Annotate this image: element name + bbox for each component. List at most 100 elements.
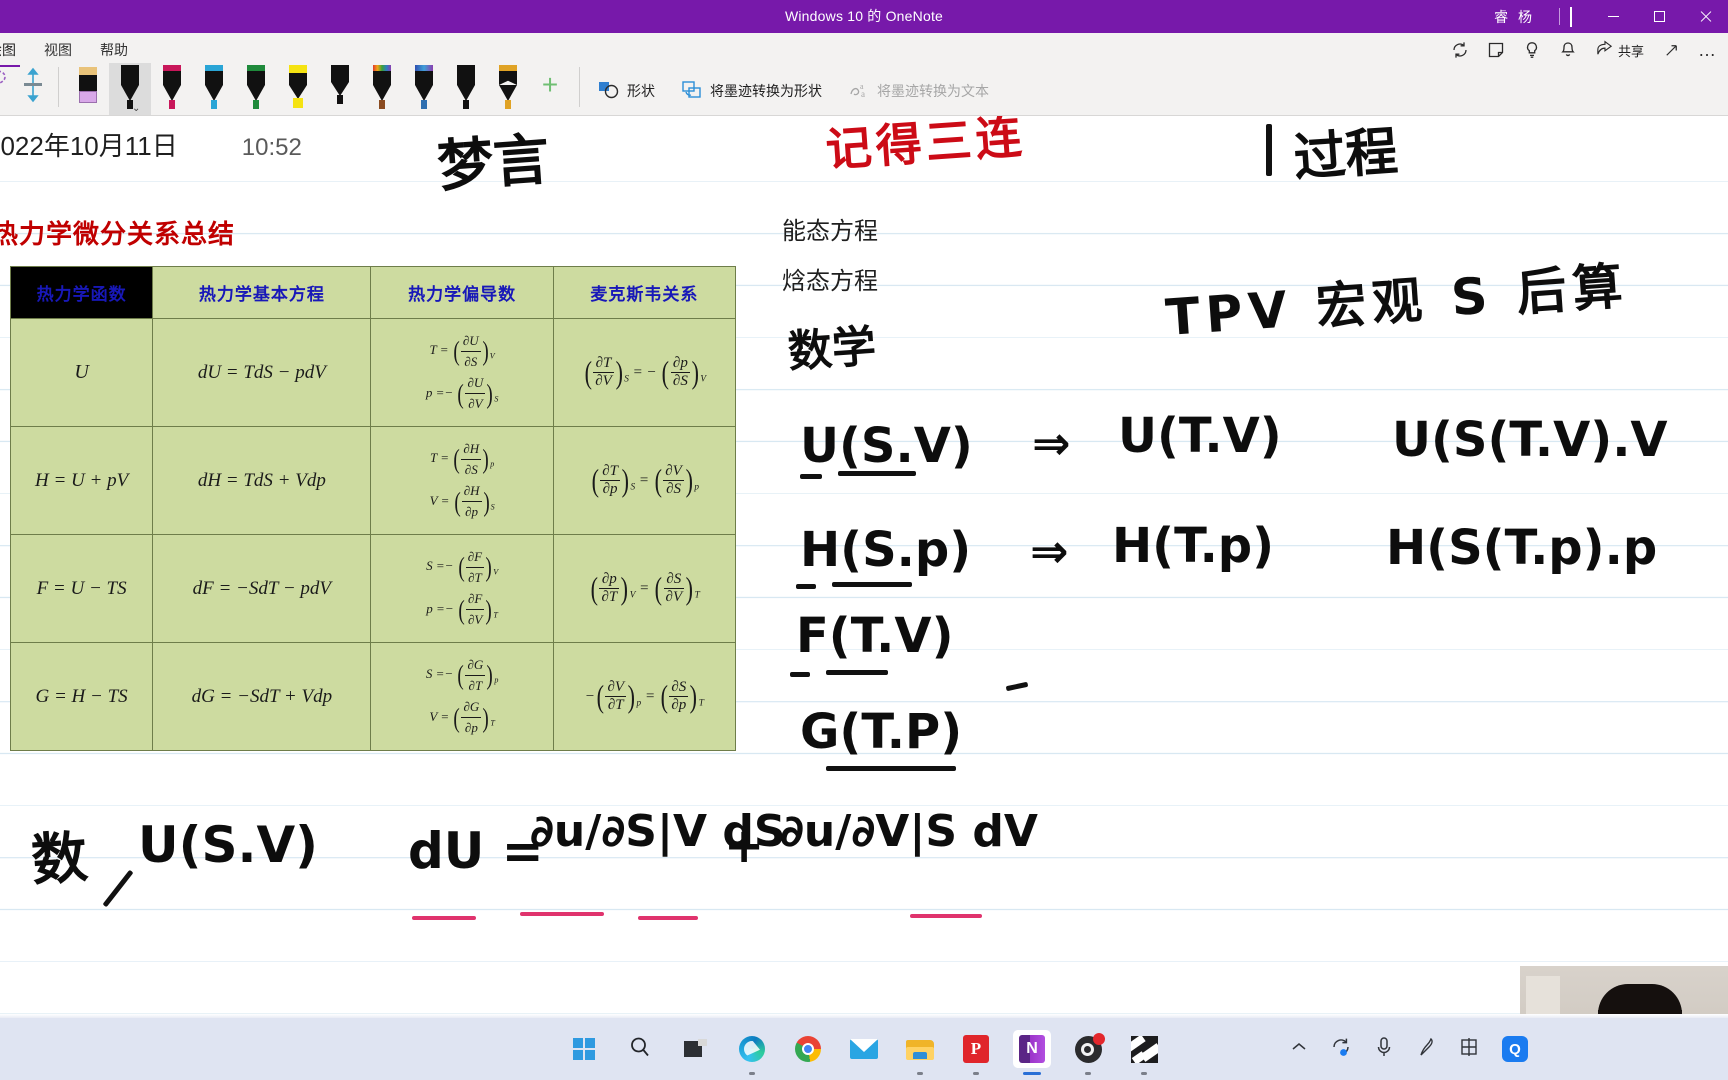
ink-du-term2: ∂u/∂V|S dV [780,806,1038,857]
ribbon-right-actions: 共享 … [1443,34,1724,66]
title-bar: Windows 10 的 OneNote 睿 杨 [0,0,1728,33]
pen-rainbow-tool[interactable] [361,63,403,115]
mail-icon [850,1039,878,1059]
close-button[interactable] [1682,0,1728,33]
pdf-app-button[interactable]: P [957,1030,995,1075]
pen-green-tool[interactable] [235,63,277,115]
ink-pink-underline-1 [412,916,476,920]
lasso-select-icon [0,63,11,107]
table-header-row: 热力学函数 热力学基本方程 热力学偏导数 麦克斯韦关系 [9,266,737,319]
pen-tray-icon[interactable] [1416,1036,1436,1063]
onenote-button[interactable]: N [1013,1030,1051,1075]
microphone-icon[interactable] [1374,1036,1394,1063]
page-date[interactable]: 2022年10月11日 [0,126,178,163]
add-pen-button[interactable]: + [529,63,571,115]
table-row: F = U − TS dF = −SdT − pdV S =− (∂F ∂T)V … [9,534,737,643]
ink-math-1: 数学 [786,320,878,379]
cell-maxwell: (∂p ∂T) V = (∂S ∂V) T [552,534,737,643]
cell-function: U [9,318,154,427]
highlighter-yellow-tool[interactable] [277,63,319,115]
ink-to-text-label: 将墨迹转换为文本 [877,83,989,99]
pen-black-2-tool[interactable] [445,63,487,115]
chrome-button[interactable] [789,1030,827,1068]
text-caret [1570,6,1572,27]
bw-app-icon [1130,1035,1158,1063]
eraser-tool[interactable] [67,63,109,115]
note-enthalpy-equation[interactable]: 焓态方程 [782,261,878,296]
task-view-icon [684,1039,708,1059]
share-button[interactable]: 共享 [1587,35,1652,65]
tab-view[interactable]: 视图 [30,36,86,64]
lightbulb-icon[interactable] [1515,35,1549,65]
onedrive-sync-icon[interactable] [1330,1036,1352,1063]
edge-icon [739,1036,765,1062]
note-canvas[interactable]: 2022年10月11日 10:52 梦言 记得三连 过程 热力学微分关系总结 能… [0,116,1728,1018]
account-name[interactable]: 睿 杨 [1480,7,1549,27]
ink-to-text-icon: aa [848,80,870,103]
mail-button[interactable] [845,1030,883,1068]
ink-to-shape-button[interactable]: 将墨迹转换为形状 [671,76,832,107]
ink-underline-3b [826,670,888,675]
file-explorer-button[interactable] [901,1030,939,1075]
search-icon [628,1035,652,1064]
folder-icon [906,1038,934,1060]
edge-button[interactable] [733,1030,771,1075]
ink-du-eq: dU = [408,822,544,880]
plus-icon: + [541,69,559,100]
tool-divider-2 [579,67,580,107]
th-partials[interactable]: 热力学偏导数 [370,266,554,319]
ink-underline-1a [800,474,822,479]
th-maxwell[interactable]: 麦克斯韦关系 [552,266,737,319]
running-indicator [1085,1072,1091,1075]
app-root: Windows 10 的 OneNote 睿 杨 绘图 视图 帮助 [0,0,1728,1080]
ink-pink-underline-2 [520,912,604,916]
qq-icon[interactable]: Q [1502,1036,1528,1062]
onenote-icon: N [1019,1035,1045,1063]
more-options-icon[interactable]: … [1690,35,1724,65]
lasso-select-tool[interactable] [0,63,16,115]
minimize-button[interactable] [1590,0,1636,33]
taskbar: P N Q [0,1018,1728,1080]
ink-tick-3 [1005,681,1029,692]
ime-icon[interactable] [1458,1036,1480,1063]
pen-magenta-tool[interactable] [151,63,193,115]
task-view-button[interactable] [677,1030,715,1068]
sticky-note-icon[interactable] [1479,35,1513,65]
th-function[interactable]: 热力学函数 [9,266,154,319]
bell-icon[interactable] [1551,35,1585,65]
pen-cyan-tool[interactable] [193,63,235,115]
tab-draw[interactable]: 绘图 [0,36,30,67]
start-button[interactable] [565,1030,603,1068]
ink-underline-1b [838,471,916,476]
ink-thickness-tool[interactable] [16,63,50,115]
search-button[interactable] [621,1030,659,1068]
pdf-icon: P [963,1035,989,1063]
obs-button[interactable] [1069,1030,1107,1075]
pencil-icon [329,63,351,113]
webcam-overlay[interactable]: LUC [1520,966,1728,1018]
shapes-button[interactable]: 形状 [588,76,665,107]
cell-maxwell: −(∂V ∂T) p = (∂S ∂p) T [552,642,737,751]
pen-black-selected-tool[interactable]: ⌄ [109,63,151,115]
ink-underline-2b [832,582,912,587]
ink-u-tv: U(T.V) [1118,408,1282,464]
ink-to-shape-label: 将墨迹转换为形状 [710,83,822,99]
close-icon [1699,10,1712,23]
pen-gold-tool[interactable] [487,63,529,115]
expand-icon[interactable] [1654,35,1688,65]
running-indicator [917,1072,923,1075]
page-time[interactable]: 10:52 [242,134,302,162]
webcam-door [1526,976,1560,1018]
ink-to-text-button[interactable]: aa 将墨迹转换为文本 [838,76,999,107]
pencil-black-tool[interactable] [319,63,361,115]
tab-help[interactable]: 帮助 [86,36,142,64]
bw-app-button[interactable] [1125,1030,1163,1075]
show-hidden-icons-button[interactable] [1290,1040,1308,1059]
maximize-restore-button[interactable] [1636,0,1682,33]
minimize-icon [1607,16,1619,17]
pen-galaxy-tool[interactable] [403,63,445,115]
note-energy-equation[interactable]: 能态方程 [782,211,878,246]
th-fundamental-eq[interactable]: 热力学基本方程 [152,266,372,319]
sync-icon[interactable] [1443,35,1477,65]
thickness-arrow-icon [21,63,45,107]
